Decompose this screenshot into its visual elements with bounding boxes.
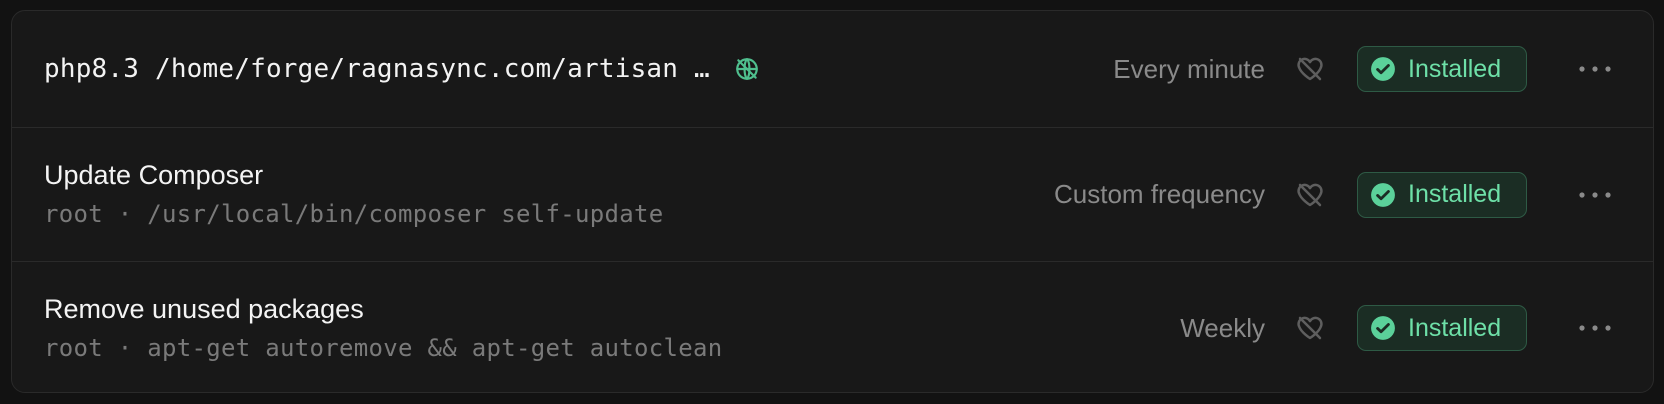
check-circle-icon [1370,56,1396,82]
status-label: Installed [1408,313,1502,342]
status-badge: Installed [1357,171,1527,218]
job-info: Remove unused packages root · apt-get au… [44,262,723,392]
globe-off-icon [734,56,760,82]
more-horizontal-icon[interactable] [1577,59,1613,79]
job-subtitle: root · /usr/local/bin/composer self-upda… [44,200,664,229]
job-frequency: Custom frequency [1054,179,1265,209]
separator: · [117,333,133,362]
job-frequency: Every minute [1113,53,1265,84]
heart-off-icon[interactable] [1295,180,1325,210]
status-label: Installed [1408,54,1502,83]
heart-off-icon[interactable] [1295,54,1325,84]
check-circle-icon [1370,182,1396,208]
job-command: php8.3 /home/forge/ragnasync.com/artisan… [44,54,710,84]
job-meta: Every minute Installed [1113,11,1653,127]
status-label: Installed [1408,180,1502,208]
job-info: Update Composer root · /usr/local/bin/co… [44,128,663,261]
more-horizontal-icon[interactable] [1577,185,1613,205]
more-horizontal-icon[interactable] [1577,318,1613,338]
check-circle-icon [1370,315,1396,341]
status-badge: Installed [1357,305,1527,351]
job-command: /usr/local/bin/composer self-update [147,200,664,229]
job-title: Update Composer [44,160,264,191]
job-command: apt-get autoremove && apt-get autoclean [147,333,723,362]
job-meta: Weekly Installed [1180,262,1653,392]
job-info: php8.3 /home/forge/ragnasync.com/artisan… [44,11,760,127]
job-title: Remove unused packages [44,293,364,324]
heart-off-icon[interactable] [1295,313,1325,343]
job-subtitle: root · apt-get autoremove && apt-get aut… [44,333,723,363]
job-meta: Custom frequency Installed [1054,128,1653,261]
list-item: Update Composer root · /usr/local/bin/co… [12,127,1653,261]
scheduled-jobs-list: php8.3 /home/forge/ragnasync.com/artisan… [11,10,1654,393]
separator: · [117,200,133,229]
list-item: Remove unused packages root · apt-get au… [12,261,1653,392]
job-frequency: Weekly [1180,312,1265,343]
job-user: root [44,200,103,229]
status-badge: Installed [1357,46,1527,92]
job-user: root [44,333,103,362]
list-item: php8.3 /home/forge/ragnasync.com/artisan… [12,11,1653,127]
